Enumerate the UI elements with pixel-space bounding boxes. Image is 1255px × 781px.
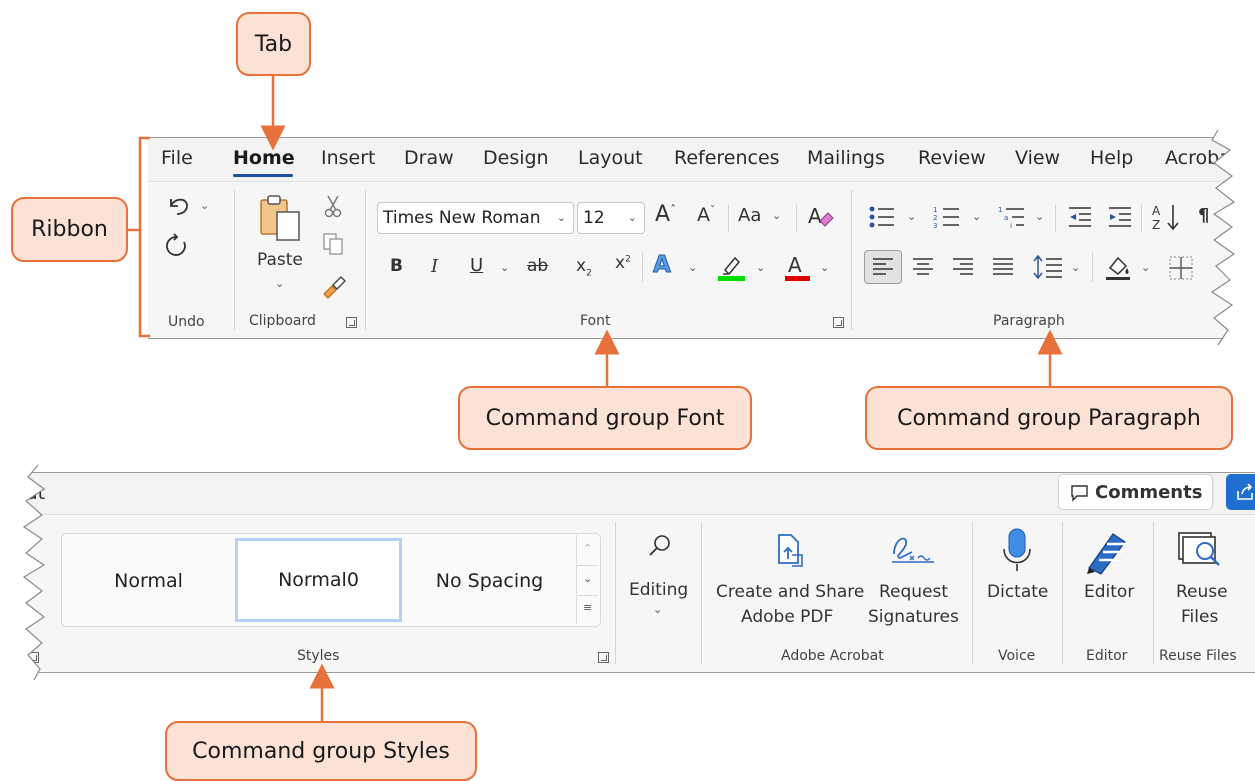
callout-ribbon: Ribbon (11, 197, 128, 262)
callout-tab: Tab (236, 12, 311, 76)
callout-font: Command group Font (458, 386, 752, 450)
callout-styles: Command group Styles (165, 721, 477, 781)
callout-paragraph: Command group Paragraph (865, 386, 1233, 450)
